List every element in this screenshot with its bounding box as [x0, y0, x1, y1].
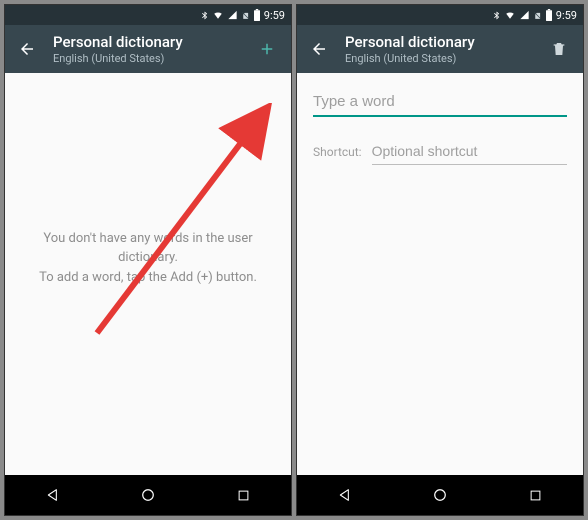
statusbar: 9:59: [5, 5, 291, 25]
nav-recent-button[interactable]: [515, 475, 555, 515]
appbar-subtitle: English (United States): [53, 52, 253, 65]
appbar-titleblock: Personal dictionary English (United Stat…: [53, 33, 253, 65]
statusbar-time: 9:59: [264, 9, 285, 22]
nav-home-button[interactable]: [420, 475, 460, 515]
trash-icon: [551, 40, 567, 58]
shortcut-label: Shortcut:: [313, 145, 362, 165]
battery-icon: [253, 9, 261, 21]
back-button[interactable]: [15, 40, 39, 58]
no-sim-icon: [241, 10, 250, 21]
bluetooth-icon: [492, 10, 501, 21]
plus-icon: [258, 40, 276, 58]
nav-recent-button[interactable]: [223, 475, 263, 515]
empty-line-1: You don't have any words in the user dic…: [43, 231, 252, 266]
appbar: Personal dictionary English (United Stat…: [5, 25, 291, 73]
nav-back-icon: [337, 487, 353, 503]
delete-button[interactable]: [545, 40, 573, 58]
word-form: Shortcut:: [297, 73, 583, 165]
device-left: 9:59 Personal dictionary English (United…: [4, 4, 292, 516]
nav-home-icon: [431, 486, 449, 504]
battery-icon: [545, 9, 553, 21]
word-input[interactable]: [313, 87, 567, 117]
appbar: Personal dictionary English (United Stat…: [297, 25, 583, 73]
device-right: 9:59 Personal dictionary English (United…: [296, 4, 584, 516]
shortcut-row: Shortcut:: [313, 139, 567, 165]
no-sim-icon: [533, 10, 542, 21]
content-area: Shortcut:: [297, 73, 583, 475]
bluetooth-icon: [200, 10, 209, 21]
nav-recent-icon: [236, 488, 251, 503]
nav-back-button[interactable]: [325, 475, 365, 515]
empty-state-message: You don't have any words in the user dic…: [5, 229, 291, 288]
navbar: [297, 475, 583, 515]
shortcut-input[interactable]: [372, 139, 567, 165]
appbar-subtitle: English (United States): [345, 52, 545, 65]
appbar-titleblock: Personal dictionary English (United Stat…: [345, 33, 545, 65]
statusbar: 9:59: [297, 5, 583, 25]
nav-home-icon: [139, 486, 157, 504]
nav-back-button[interactable]: [33, 475, 73, 515]
back-arrow-icon: [310, 40, 328, 58]
empty-line-2: To add a word, tap the Add (+) button.: [39, 270, 257, 285]
add-button[interactable]: [253, 40, 281, 58]
signal-icon: [227, 10, 238, 20]
wifi-icon: [504, 10, 516, 20]
nav-back-icon: [45, 487, 61, 503]
navbar: [5, 475, 291, 515]
back-arrow-icon: [18, 40, 36, 58]
nav-recent-icon: [528, 488, 543, 503]
back-button[interactable]: [307, 40, 331, 58]
statusbar-time: 9:59: [556, 9, 577, 22]
appbar-title: Personal dictionary: [345, 33, 545, 51]
appbar-title: Personal dictionary: [53, 33, 253, 51]
signal-icon: [519, 10, 530, 20]
wifi-icon: [212, 10, 224, 20]
nav-home-button[interactable]: [128, 475, 168, 515]
content-area: You don't have any words in the user dic…: [5, 73, 291, 475]
